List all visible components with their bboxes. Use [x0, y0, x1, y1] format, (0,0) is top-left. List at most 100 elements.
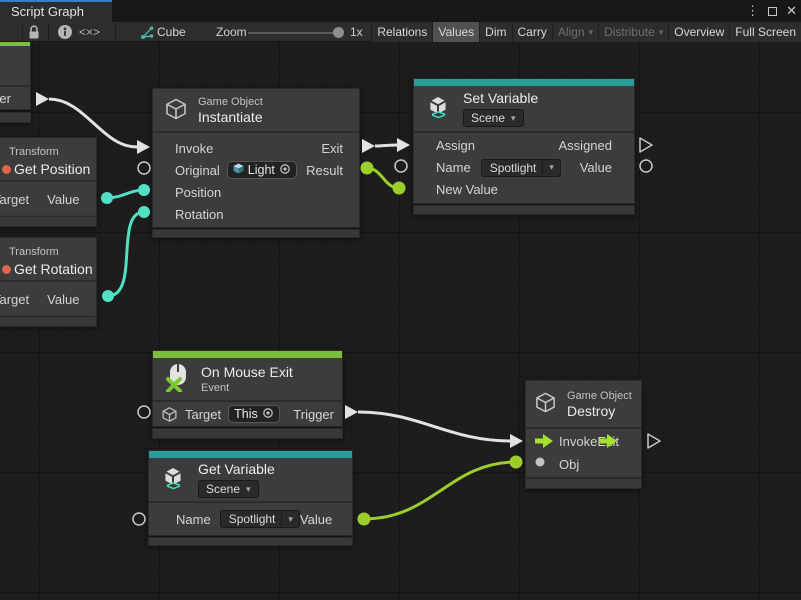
carry-button[interactable]: Carry	[512, 22, 552, 42]
node-destroy[interactable]: Game Object Destroy Invoke Exit Obj	[525, 380, 642, 478]
original-port[interactable]	[138, 162, 150, 174]
node-partial-event[interactable]: Trigger	[0, 42, 31, 110]
node-get-position[interactable]: Transform Get Position Target Value	[0, 137, 97, 217]
node-title: Destroy	[567, 403, 632, 420]
zoom-slider-track[interactable]	[248, 32, 342, 34]
wire-vector-rotation[interactable]	[102, 206, 150, 302]
dim-button[interactable]: Dim	[479, 22, 511, 42]
original-object-value: Light	[248, 163, 275, 177]
exit-port-label: Exit	[597, 434, 619, 449]
set-variable-value-port[interactable]	[640, 160, 652, 172]
node-title: On Mouse Exit	[201, 364, 293, 381]
node-category: Game Object	[198, 95, 263, 109]
node-set-variable-footer	[413, 205, 635, 215]
transform-type-dot-icon	[2, 165, 11, 174]
get-rotation-value-port[interactable]	[102, 290, 114, 302]
node-category: Game Object	[567, 389, 632, 403]
invoke-port-label: Invoke	[175, 141, 213, 156]
transform-type-dot-icon	[2, 265, 11, 274]
value-port-label: Value	[300, 512, 332, 527]
result-port-label: Result	[306, 163, 343, 178]
result-port[interactable]	[361, 162, 374, 175]
lock-icon[interactable]	[27, 22, 41, 42]
new-value-port[interactable]	[393, 182, 406, 195]
code-toggle-icon[interactable]: <×>	[79, 22, 100, 42]
wire-flow-exit-to-assign[interactable]	[362, 138, 410, 153]
node-title: Get Position	[14, 161, 90, 178]
mouse-exit-target-port[interactable]	[138, 406, 150, 418]
assigned-port[interactable]	[640, 138, 652, 152]
breadcrumb[interactable]: Cube	[157, 22, 186, 42]
rotation-port[interactable]	[138, 206, 150, 218]
relations-button[interactable]: Relations	[371, 22, 432, 42]
original-port-label: Original	[175, 163, 220, 178]
wire-object-result-to-new-value[interactable]	[361, 162, 406, 195]
zoom-label: Zoom	[216, 22, 247, 42]
position-port[interactable]	[138, 184, 150, 196]
game-object-cube-icon	[534, 391, 557, 417]
variable-scope-dropdown[interactable]: Scene▾	[463, 109, 524, 127]
window-menu-icon[interactable]: ⋮	[746, 0, 759, 22]
target-port-label: Target	[185, 407, 221, 422]
toolbar-buttons: Relations Values Dim Carry Align▾ Distri…	[371, 22, 801, 42]
unity-variable-icon: <>	[423, 96, 453, 121]
tab-script-graph[interactable]: Script Graph	[0, 0, 112, 22]
assign-port-label: Assign	[436, 138, 475, 153]
get-variable-name-port[interactable]	[133, 513, 145, 525]
info-icon[interactable]	[57, 22, 73, 42]
wire-object-value-to-obj[interactable]	[358, 456, 523, 526]
trigger-port-label: Trigger	[293, 407, 334, 422]
graph-canvas[interactable]: Trigger Game Object Instantiate Invoke E…	[0, 42, 801, 600]
node-instantiate[interactable]: Game Object Instantiate Invoke Exit Orig…	[152, 88, 360, 228]
visual-scripting-window: Script Graph ⋮ ✕ <×> Cube Zoom 1x Relati…	[0, 0, 801, 600]
zoom-slider-handle[interactable]	[333, 27, 344, 38]
exit-port-label: Exit	[321, 141, 343, 156]
destroy-obj-port[interactable]	[510, 456, 523, 469]
new-value-port-label: New Value	[436, 182, 498, 197]
node-instantiate-footer	[152, 229, 360, 238]
get-position-value-port[interactable]	[101, 192, 113, 204]
target-object-field[interactable]: This	[228, 405, 280, 423]
node-category: Transform	[9, 245, 59, 259]
chevron-down-icon: ▾	[659, 22, 664, 42]
variable-accent-bar	[414, 79, 634, 86]
mouse-exit-icon	[164, 363, 191, 395]
destroy-exit-out-port[interactable]	[648, 434, 660, 448]
node-get-rotation[interactable]: Transform Get Rotation Target Value	[0, 237, 97, 317]
chevron-down-icon: ▾	[542, 161, 560, 174]
values-button[interactable]: Values	[432, 22, 479, 42]
wire-flow-trigger-to-destroy[interactable]	[345, 405, 523, 448]
node-on-mouse-exit-footer	[152, 428, 343, 439]
variable-name-dropdown[interactable]: Spotlight▾	[220, 510, 300, 528]
tab-title: Script Graph	[11, 4, 84, 19]
node-title: Get Variable	[198, 461, 275, 478]
object-picker-icon[interactable]	[262, 407, 274, 422]
value-port-label: Value	[580, 160, 612, 175]
node-on-mouse-exit[interactable]: On Mouse Exit Event Target This Trigger	[152, 350, 343, 427]
node-category: Transform	[9, 145, 59, 159]
maximize-icon[interactable]	[768, 7, 777, 16]
node-title: Instantiate	[198, 109, 263, 126]
variable-name-dropdown[interactable]: Spotlight▾	[481, 159, 561, 177]
node-set-variable[interactable]: <> Set Variable Scene▾ Assign Assigned N…	[413, 78, 635, 204]
variable-scope-dropdown[interactable]: Scene▾	[198, 480, 259, 498]
fullscreen-button[interactable]: Full Screen	[729, 22, 801, 42]
node-get-position-footer	[0, 216, 97, 227]
name-port-label: Name	[176, 512, 211, 527]
overview-button[interactable]: Overview	[668, 22, 729, 42]
distribute-button[interactable]: Distribute▾	[598, 22, 668, 42]
variable-accent-bar	[149, 451, 352, 458]
node-get-variable-footer	[148, 537, 353, 546]
graph-toolbar: <×> Cube Zoom 1x Relations Values Dim Ca…	[0, 22, 801, 42]
wire-vector-position[interactable]	[101, 184, 150, 204]
node-get-variable[interactable]: <> Get Variable Scene▾ Name Spotlight▾ V…	[148, 450, 353, 536]
node-get-rotation-footer	[0, 316, 97, 327]
get-variable-value-port[interactable]	[358, 513, 371, 526]
align-button[interactable]: Align▾	[552, 22, 598, 42]
close-icon[interactable]: ✕	[786, 0, 797, 22]
set-variable-name-port[interactable]	[395, 160, 407, 172]
original-object-field[interactable]: Light	[227, 161, 297, 179]
name-port-label: Name	[436, 160, 471, 175]
object-picker-icon[interactable]	[279, 163, 291, 178]
node-partial-event-footer	[0, 112, 31, 123]
